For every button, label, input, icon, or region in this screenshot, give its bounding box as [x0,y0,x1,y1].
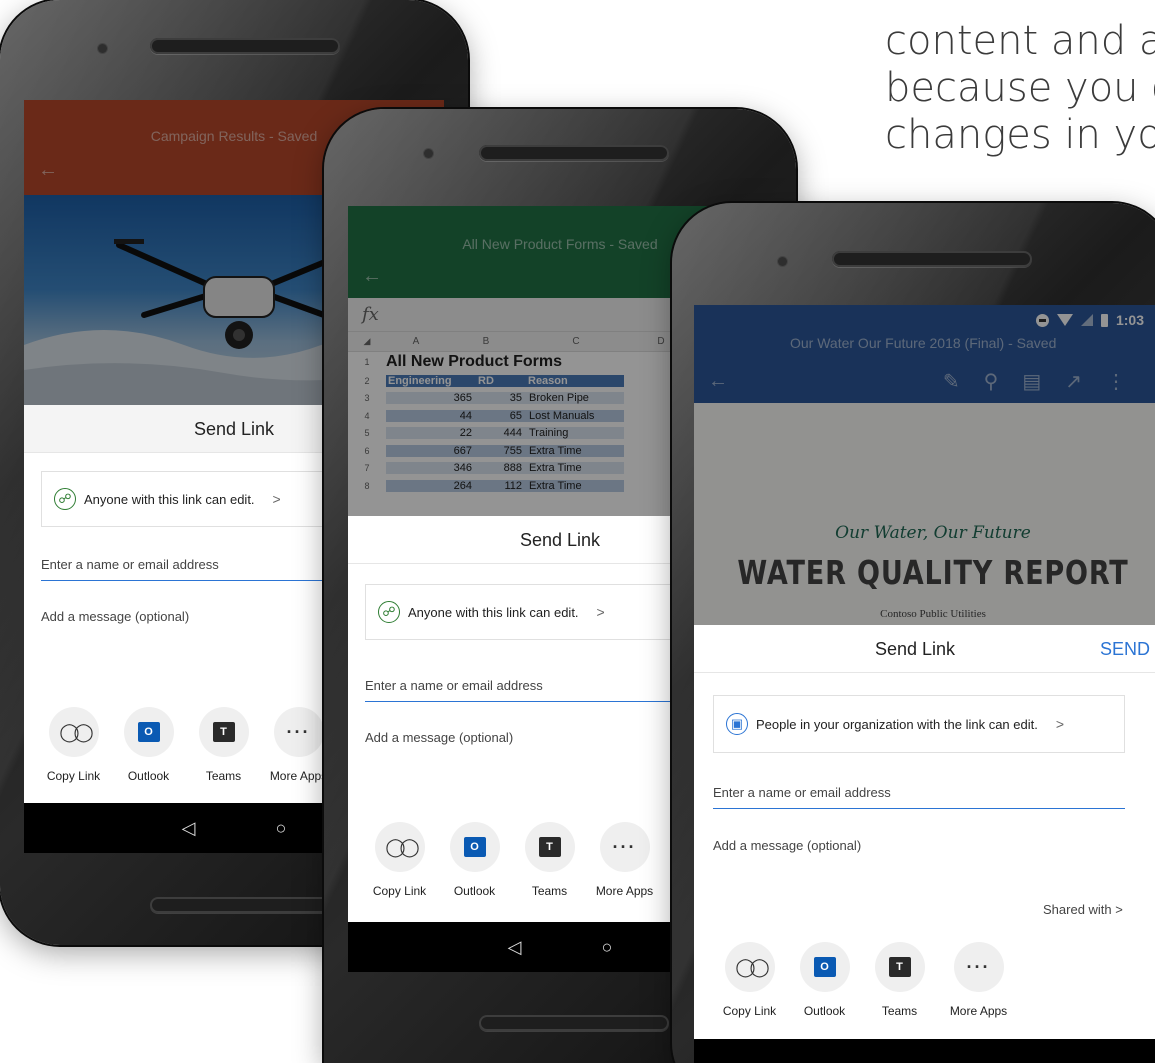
share-apps: ◯◯ Copy Link O Outlook T Teams ··· More Apps [36,707,336,783]
app-label: Outlook [127,769,170,783]
globe-icon: ☍ [378,601,400,623]
android-nav-bar [694,1039,1155,1063]
earpiece-speaker [150,38,340,54]
chevron-right-icon: > [1115,902,1123,917]
outlook-button[interactable]: O Outlook [787,942,862,1018]
app-label: Copy Link [372,884,427,898]
outlook-button[interactable]: O Outlook [111,707,186,783]
permission-setting[interactable]: ▣ People in your organization with the l… [713,695,1125,753]
headline-line: content and a [885,18,1155,64]
sheet-title: Send Link [874,639,956,659]
earpiece-speaker [479,145,669,161]
app-label: Teams [205,769,242,783]
front-camera [778,257,787,266]
permission-label: Anyone with this link can edit. [408,604,579,620]
copy-link-button[interactable]: ◯◯ Copy Link [362,822,437,898]
app-label: Copy Link [46,769,101,783]
recipient-input[interactable]: Enter a name or email address [713,785,1125,809]
app-label: Teams [881,1004,918,1018]
share-apps: ◯◯ Copy Link O Outlook T Teams ··· More Apps [712,942,1016,1018]
more-apps-button[interactable]: ··· More Apps [587,822,662,898]
chevron-right-icon: > [596,604,605,620]
sheet-title: Send Link [519,530,601,550]
more-icon: ··· [286,721,311,742]
sheet-title: Send Link [193,419,275,439]
teams-icon: T [212,722,235,742]
copy-link-button[interactable]: ◯◯ Copy Link [36,707,111,783]
headline-line: changes in yo [885,112,1155,158]
globe-icon: ☍ [54,488,76,510]
link-icon: ◯◯ [735,956,769,977]
app-label: Outlook [453,884,496,898]
briefcase-icon: ▣ [726,713,748,735]
send-link-sheet: Send Link SEND ▣ People in your organiza… [694,625,1155,1019]
link-icon: ◯◯ [59,721,93,742]
message-input[interactable]: Add a message (optional) [41,609,189,624]
outlook-icon: O [137,722,160,742]
app-label: Outlook [803,1004,846,1018]
screen: 1:03 Our Water Our Future 2018 (Final) -… [694,305,1155,1063]
shared-with-label: Shared with [1043,902,1112,917]
teams-button[interactable]: T Teams [512,822,587,898]
message-input[interactable]: Add a message (optional) [365,730,513,745]
outlook-button[interactable]: O Outlook [437,822,512,898]
send-button[interactable]: SEND [1100,625,1150,673]
copy-link-button[interactable]: ◯◯ Copy Link [712,942,787,1018]
link-icon: ◯◯ [385,836,419,857]
chevron-right-icon: > [1055,716,1065,732]
front-camera [98,44,107,53]
nav-home-icon[interactable]: ○ [275,818,286,839]
app-label: More Apps [595,884,654,898]
sheet-header: Send Link SEND [694,625,1155,673]
permission-label: People in your organization with the lin… [756,716,1038,732]
teams-icon: T [888,957,911,977]
nav-home-icon[interactable]: ○ [601,937,612,958]
nav-back-icon[interactable]: ◁ [508,937,522,958]
permission-label: Anyone with this link can edit. [84,491,255,507]
more-apps-button[interactable]: ··· More Apps [941,942,1016,1018]
earpiece-speaker [832,251,1032,267]
share-apps: ◯◯ Copy Link O Outlook T Teams ··· More Apps [362,822,662,898]
message-input[interactable]: Add a message (optional) [713,838,861,853]
outlook-icon: O [813,957,836,977]
shared-with-link[interactable]: Shared with > [1043,902,1123,917]
chevron-right-icon: > [272,491,281,507]
more-icon: ··· [612,836,637,857]
more-icon: ··· [966,956,991,977]
app-label: Teams [531,884,568,898]
app-label: Copy Link [722,1004,777,1018]
front-camera [424,149,433,158]
bottom-speaker [479,1015,669,1031]
teams-button[interactable]: T Teams [186,707,261,783]
scrim [694,305,1155,625]
app-label: More Apps [949,1004,1008,1018]
headline-text: content and a because you c changes in y… [885,18,1155,159]
headline-line: because you c [885,65,1155,111]
nav-back-icon[interactable]: ◁ [182,818,196,839]
outlook-icon: O [463,837,486,857]
teams-icon: T [538,837,561,857]
bottom-speaker [150,897,340,913]
teams-button[interactable]: T Teams [862,942,937,1018]
phone-word: 1:03 Our Water Our Future 2018 (Final) -… [672,203,1155,1063]
app-label: More Apps [269,769,328,783]
